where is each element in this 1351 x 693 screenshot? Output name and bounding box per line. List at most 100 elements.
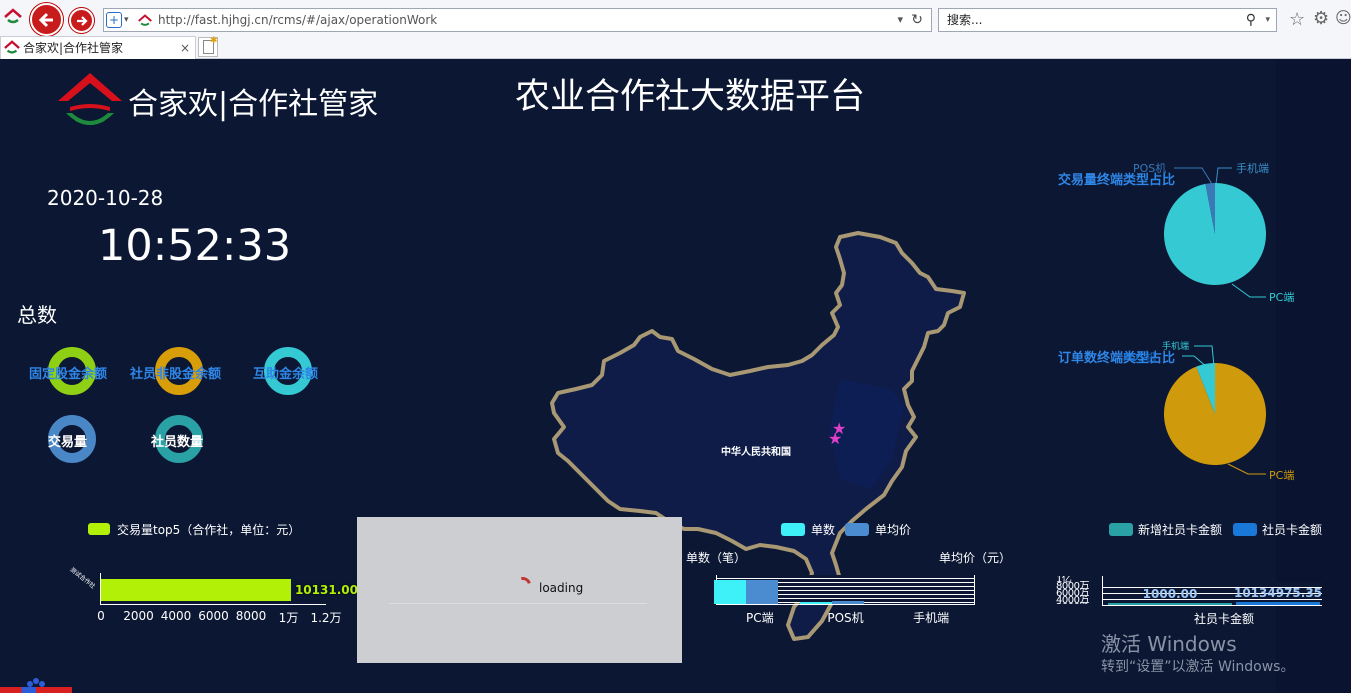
orders-legend-avg[interactable]: 单均价	[875, 521, 911, 538]
current-date: 2020-10-28	[47, 186, 164, 210]
tab-active[interactable]: 合家欢|合作社管家 ×	[0, 36, 196, 59]
card-x-axis	[1102, 605, 1322, 606]
compat-dropdown-icon[interactable]: ▾	[124, 9, 129, 31]
orders-bar[interactable]	[745, 580, 778, 604]
page-title: 农业合作社大数据平台	[515, 77, 866, 117]
totals-heading: 总数	[17, 303, 57, 327]
forward-button[interactable]	[69, 8, 94, 33]
pie1-label-pos: POS机	[1133, 161, 1166, 175]
orders-x-axis	[716, 604, 974, 605]
top5-x-tick: 6000	[198, 609, 229, 623]
pie1-label-mobile: 手机端	[1236, 161, 1269, 175]
brand-logo-icon	[52, 67, 128, 131]
url-text[interactable]: http://fast.hjhgj.cn/rcms/#/ajax/operati…	[158, 9, 437, 31]
orders-left-axis-label: 单数（笔）	[686, 551, 747, 565]
pie2-slices	[1164, 363, 1266, 465]
settings-gear-icon[interactable]: ⚙	[1313, 8, 1329, 29]
pie1-label-pc: PC端	[1269, 291, 1294, 304]
top5-bar[interactable]	[101, 579, 291, 601]
back-arrow-icon	[38, 12, 53, 27]
ring-label-mutual-aid: 互助金余额	[253, 367, 319, 382]
card-bar-value: 10134975.35	[1233, 586, 1323, 601]
top5-chart: 测试合作社 10131.00 0 2000 4000 6000 8000 1万 1.2万	[60, 559, 360, 629]
pie2-label-pc: PC端	[1269, 469, 1294, 482]
map-marker-2: ★	[828, 429, 842, 448]
pie2-leader-pc	[1227, 463, 1266, 475]
card-y-ticks: 1亿8000万6000万4000万2000万	[1056, 576, 1089, 604]
current-time: 10:52:33	[98, 221, 292, 271]
pie1-leader-mobile	[1215, 167, 1232, 185]
pie1-chart: POS机 手机端 PC端	[1133, 161, 1294, 304]
pie1-slices	[1164, 183, 1266, 285]
orders-x-label: PC端	[746, 611, 774, 625]
browser-chrome: + ▾ http://fast.hjhgj.cn/rcms/#/ajax/ope…	[0, 0, 1351, 59]
top5-x-tick: 1万	[278, 611, 299, 625]
top5-x-axis	[100, 604, 326, 605]
orders-right-axis-label: 单均价（元）	[939, 551, 1012, 565]
top5-legend-swatch[interactable]	[88, 523, 110, 535]
favorites-star-icon[interactable]: ☆	[1289, 9, 1305, 30]
card-bar[interactable]	[1108, 603, 1232, 605]
ring-label-member-non-share: 社员非股金余额	[130, 367, 222, 382]
card-chart: 1亿8000万6000万4000万2000万 1000.00 10134975.3…	[1050, 564, 1330, 634]
ring-label-member-count: 社员数量	[151, 435, 204, 450]
compat-view-icon[interactable]: +	[106, 12, 122, 28]
pie2-chart: POS机 手机端 PC端	[1123, 340, 1294, 482]
card-legend-total[interactable]: 社员卡金额	[1262, 521, 1322, 538]
orders-bar[interactable]	[713, 580, 746, 604]
feedback-smiley-icon[interactable]: ☺	[1335, 8, 1351, 27]
loading-panel: loading	[357, 517, 682, 663]
orders-bar[interactable]	[799, 602, 832, 604]
address-bar[interactable]: + ▾ http://fast.hjhgj.cn/rcms/#/ajax/ope…	[103, 8, 932, 32]
ring-label-transaction-volume: 交易量	[48, 435, 88, 450]
dashboard: 合家欢|合作社管家 农业合作社大数据平台 2020-10-28 10:52:33…	[0, 59, 1351, 693]
search-input[interactable]: 搜索... ⚲ ▾	[938, 8, 1277, 32]
tab-close-icon[interactable]: ×	[180, 37, 190, 59]
pie2-label-pos: POS机	[1123, 350, 1156, 364]
browser-logo-icon	[4, 8, 22, 26]
top5-legend-label[interactable]: 交易量top5（合作社，单位：元）	[117, 521, 300, 538]
search-placeholder: 搜索...	[947, 13, 983, 27]
refresh-icon[interactable]: ↻	[911, 9, 923, 31]
new-tab-button[interactable]: ✱	[198, 36, 218, 57]
pie1-leader-pc	[1231, 283, 1266, 298]
orders-x-label: POS机	[827, 611, 864, 625]
pie1-leader-pos	[1174, 167, 1213, 185]
top5-x-tick: 4000	[160, 609, 192, 623]
url-dropdown-icon[interactable]: ▾	[897, 9, 903, 31]
windows-activation-subtitle: 转到“设置”以激活 Windows。	[1101, 659, 1295, 675]
orders-x-label: 手机端	[913, 611, 950, 625]
back-button[interactable]	[30, 3, 63, 36]
search-dropdown-icon[interactable]: ▾	[1265, 9, 1270, 31]
card-legend-swatch-total[interactable]	[1233, 523, 1257, 536]
search-icon[interactable]: ⚲	[1246, 9, 1256, 31]
loading-track	[389, 603, 647, 604]
card-bar-value: 1000.00	[1142, 587, 1198, 601]
new-tab-sparkle-icon: ✱	[210, 36, 218, 46]
top5-x-tick: 2000	[123, 609, 154, 623]
tab-favicon-icon	[4, 40, 20, 56]
pie2-leader-mobile	[1194, 345, 1215, 367]
card-x-label: 社员卡金额	[1194, 612, 1255, 626]
windows-activation-title: 激活 Windows	[1101, 632, 1237, 656]
orders-chart: PC端 POS机 手机端	[700, 569, 1000, 639]
card-bar[interactable]	[1236, 602, 1320, 605]
ring-label-fixed-share: 固定股金余额	[29, 367, 108, 382]
orders-legend-count[interactable]: 单数	[811, 521, 835, 538]
brand-name: 合家欢|合作社管家	[128, 87, 379, 122]
orders-legend-swatch-avg[interactable]	[845, 523, 869, 536]
forward-arrow-icon	[76, 15, 88, 26]
top5-category-label: 测试合作社	[68, 566, 97, 591]
card-legend-new[interactable]: 新增社员卡金额	[1138, 521, 1222, 538]
top5-x-tick: 8000	[235, 609, 267, 623]
orders-bar[interactable]	[831, 600, 864, 604]
orders-right-axis	[974, 575, 975, 605]
site-favicon-icon	[138, 13, 152, 27]
pie2-label-mobile: 手机端	[1162, 340, 1189, 352]
orders-legend-swatch-count[interactable]	[781, 523, 805, 536]
card-legend-swatch-new[interactable]	[1109, 523, 1133, 536]
tab-title: 合家欢|合作社管家	[23, 41, 124, 55]
baidu-logo-fragment	[0, 687, 72, 693]
loading-spinner-icon	[512, 574, 534, 596]
loading-text: loading	[539, 581, 584, 595]
